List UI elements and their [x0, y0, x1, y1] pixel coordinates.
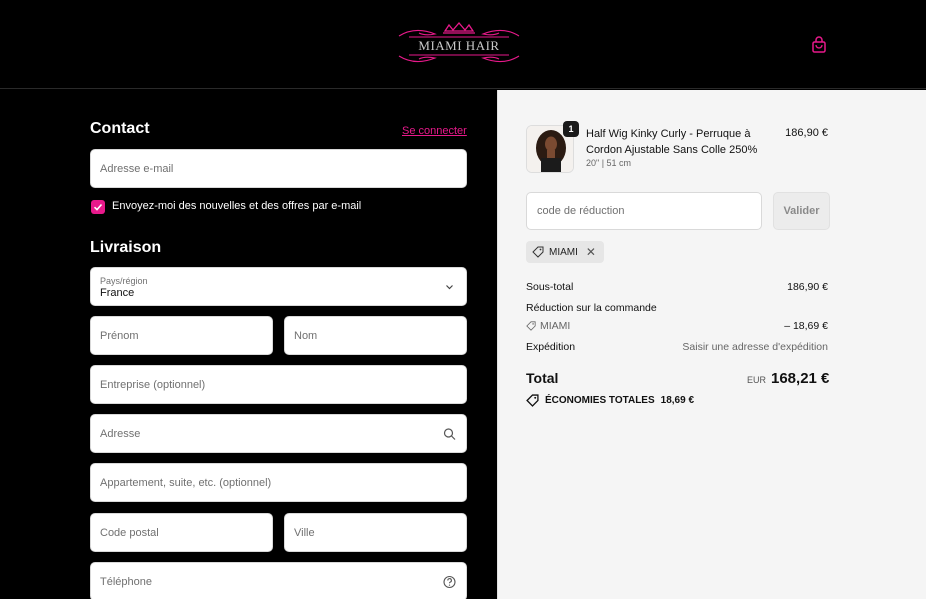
shipping-value: Saisir une adresse d'expédition: [682, 341, 828, 353]
total-label: Total: [526, 370, 559, 386]
applied-discount-tag: MIAMI ✕: [526, 241, 604, 263]
discount-code-label: MIAMI: [540, 320, 571, 332]
country-value: France: [100, 287, 135, 299]
store-logo[interactable]: MIAMI HAIR: [395, 22, 523, 66]
email-input[interactable]: [91, 150, 466, 187]
total-value: 168,21 €: [771, 370, 830, 387]
tag-icon: [532, 246, 544, 258]
discount-code-row: MIAMI: [526, 320, 570, 332]
subtotal-value: 186,90 €: [787, 281, 828, 293]
company-field[interactable]: [90, 365, 467, 404]
postal-code-input[interactable]: [91, 514, 272, 551]
contact-heading: Contact: [90, 120, 150, 137]
shipping-label: Expédition: [526, 341, 576, 353]
discount-value: – 18,69 €: [784, 320, 828, 332]
total-savings: ÉCONOMIES TOTALES 18,69 €: [526, 394, 694, 407]
discount-code-field[interactable]: [526, 192, 762, 230]
search-icon: [443, 427, 456, 440]
product-title: Half Wig Kinky Curly - Perruque à Cordon…: [586, 128, 758, 156]
login-link[interactable]: Se connecter: [402, 125, 467, 137]
country-label: Pays/région: [100, 276, 148, 286]
apartment-field[interactable]: [90, 463, 467, 502]
first-name-field[interactable]: [90, 316, 273, 355]
address-field[interactable]: [90, 414, 467, 453]
phone-input[interactable]: [91, 563, 466, 599]
city-field[interactable]: [284, 513, 467, 552]
help-icon[interactable]: [443, 575, 456, 588]
delivery-heading: Livraison: [90, 239, 162, 256]
tag-icon: [526, 321, 536, 331]
address-input[interactable]: [91, 415, 466, 452]
logo-text: MIAMI HAIR: [418, 38, 500, 53]
postal-code-field[interactable]: [90, 513, 273, 552]
city-input[interactable]: [285, 514, 466, 551]
site-header: MIAMI HAIR: [0, 0, 926, 89]
cart-button[interactable]: [808, 34, 830, 56]
checkmark-icon: [93, 203, 103, 211]
last-name-field[interactable]: [284, 316, 467, 355]
product-price: 186,90 €: [785, 127, 828, 139]
country-select[interactable]: Pays/région France: [90, 267, 467, 306]
company-input[interactable]: [91, 366, 466, 403]
discount-code-input[interactable]: [527, 193, 761, 229]
last-name-input[interactable]: [285, 317, 466, 354]
order-summary-panel: 1 Half Wig Kinky Curly - Perruque à Cord…: [497, 90, 926, 599]
first-name-input[interactable]: [91, 317, 272, 354]
product-variant: 20" | 51 cm: [586, 158, 632, 168]
currency-code: EUR: [747, 375, 767, 385]
newsletter-checkbox[interactable]: [91, 200, 105, 214]
apartment-input[interactable]: [91, 464, 466, 501]
applied-discount-code: MIAMI: [549, 246, 578, 258]
quantity-badge: 1: [563, 121, 579, 137]
remove-discount-icon[interactable]: ✕: [586, 245, 596, 259]
newsletter-label: Envoyez-moi des nouvelles et des offres …: [112, 200, 362, 212]
phone-field[interactable]: [90, 562, 467, 599]
email-field[interactable]: [90, 149, 467, 188]
chevron-down-icon: [446, 284, 453, 289]
apply-discount-button[interactable]: Valider: [773, 192, 830, 230]
tag-icon: [526, 394, 539, 407]
order-discount-label: Réduction sur la commande: [526, 302, 657, 314]
subtotal-label: Sous-total: [526, 281, 574, 293]
savings-label: ÉCONOMIES TOTALES: [545, 395, 655, 406]
savings-value: 18,69 €: [660, 395, 695, 406]
shopping-bag-icon: [812, 36, 826, 53]
